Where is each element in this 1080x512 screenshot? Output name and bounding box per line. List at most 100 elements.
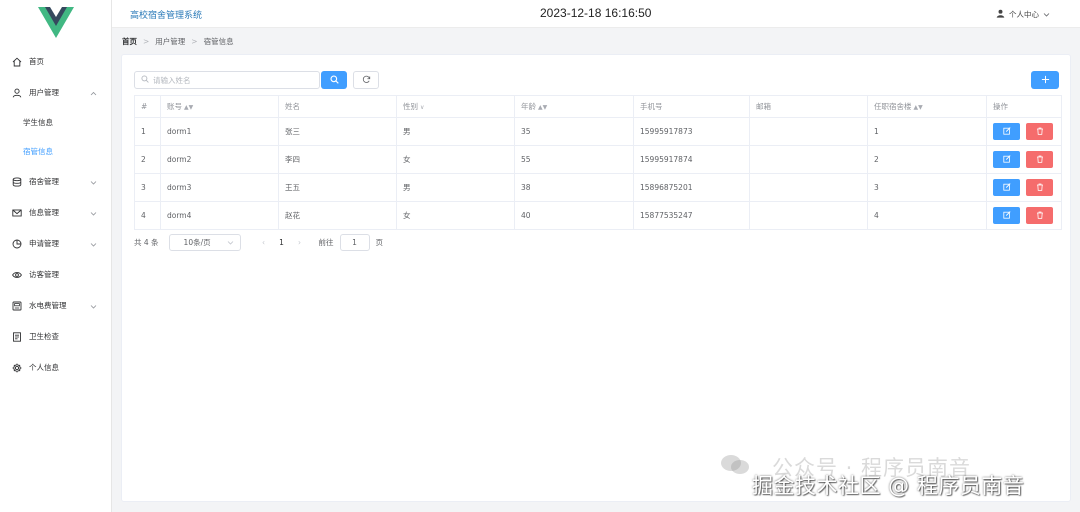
page-size-select[interactable]: 10条/页 (168, 233, 241, 251)
sidebar-item-label: 信息管理 (29, 208, 59, 217)
vue-logo[interactable] (0, 0, 111, 46)
cell-gender: 男 (396, 173, 515, 202)
cell-gender: 女 (396, 201, 515, 230)
page-size-value: 10条/页 (183, 237, 211, 247)
chevron-down-icon (90, 209, 97, 218)
delete-button[interactable] (1026, 123, 1053, 140)
cell-name: 李四 (278, 145, 397, 174)
cell-building: 3 (867, 173, 987, 202)
breadcrumb-home[interactable]: 首页 (122, 36, 137, 47)
cell-actions (986, 173, 1062, 202)
sort-icon[interactable]: ▲▼ (914, 104, 923, 111)
app-title: 高校宿舍管理系统 (130, 11, 203, 21)
user-center-dropdown[interactable]: 个人中心 (996, 9, 1050, 20)
plus-icon (1041, 74, 1050, 87)
cell-gender: 女 (396, 145, 515, 174)
content-card: # 账号▲▼ 姓名 性别∨ 年龄▲▼ 手机号 邮箱 任职宿舍楼▲▼ 操作 1 d… (121, 54, 1071, 502)
search-button[interactable] (321, 71, 347, 89)
column-header-actions: 操作 (986, 95, 1062, 118)
cell-index: 4 (134, 201, 161, 230)
delete-button[interactable] (1026, 179, 1053, 196)
sidebar-item-visitor-management[interactable]: 访客管理 (0, 259, 111, 290)
add-button[interactable] (1031, 71, 1059, 89)
column-header-phone: 手机号 (633, 95, 750, 118)
cell-phone: 15995917874 (633, 145, 750, 174)
cell-account: dorm3 (160, 173, 279, 202)
sidebar-item-info-management[interactable]: 信息管理 (0, 197, 111, 228)
cell-gender: 男 (396, 117, 515, 146)
column-header-account[interactable]: 账号 ▲▼ (160, 95, 279, 118)
cell-name: 赵花 (278, 201, 397, 230)
cell-email (749, 145, 868, 174)
chevron-up-icon (90, 89, 97, 98)
column-header-label: 手机号 (640, 102, 663, 111)
reset-button[interactable] (353, 71, 379, 89)
sidebar-item-label: 申请管理 (29, 239, 59, 248)
cell-name: 王五 (278, 173, 397, 202)
delete-button[interactable] (1026, 207, 1053, 224)
sidebar-item-home[interactable]: 首页 (0, 46, 111, 77)
column-header-label: 账号 (167, 102, 182, 111)
edit-button[interactable] (993, 151, 1020, 168)
search-box (134, 71, 320, 89)
sidebar-item-personal-info[interactable]: 个人信息 (0, 352, 111, 383)
chevron-down-icon (90, 178, 97, 187)
sidebar-item-label: 访客管理 (29, 270, 59, 279)
sort-icon[interactable]: ▲▼ (184, 104, 193, 111)
next-page-icon[interactable]: › (291, 238, 309, 247)
sidebar-item-user-management[interactable]: 用户管理 (0, 77, 111, 108)
delete-button[interactable] (1026, 151, 1053, 168)
table-header-row: # 账号 ▲▼ 姓名 性别 ∨ 年龄 ▲▼ 手机号 邮箱 任职宿舍楼 ▲▼ 操作 (134, 95, 1062, 118)
sidebar-item-label: 个人信息 (29, 363, 59, 372)
user-center-label: 个人中心 (1009, 10, 1039, 19)
pagination: 共 4 条 10条/页 ‹ 1 › 前往 页 (134, 233, 383, 251)
filter-chevron-icon[interactable]: ∨ (420, 104, 424, 111)
cell-actions (986, 201, 1062, 230)
sidebar-subitem-dorm-managers[interactable]: 宿管信息 (0, 137, 111, 166)
cell-age: 38 (514, 173, 634, 202)
column-header-building[interactable]: 任职宿舍楼 ▲▼ (867, 95, 987, 118)
column-header-label: 姓名 (285, 102, 300, 111)
edit-button[interactable] (993, 179, 1020, 196)
sort-icon[interactable]: ▲▼ (538, 104, 547, 111)
current-datetime: 2023-12-18 16:16:50 (540, 6, 652, 20)
cell-age: 40 (514, 201, 634, 230)
column-header-label: 邮箱 (756, 102, 771, 111)
cell-actions (986, 117, 1062, 146)
cell-age: 55 (514, 145, 634, 174)
chevron-down-icon (90, 302, 97, 311)
goto-label: 前往 (318, 237, 334, 247)
edit-button[interactable] (993, 207, 1020, 224)
user-icon (12, 88, 22, 98)
edit-button[interactable] (993, 123, 1020, 140)
sidebar-item-utility-fees[interactable]: 水电费管理 (0, 290, 111, 321)
wechat-icon (720, 454, 750, 481)
chevron-down-icon (90, 240, 97, 249)
sidebar-subitem-students[interactable]: 学生信息 (0, 108, 111, 137)
mail-icon (12, 208, 22, 218)
search-input[interactable] (153, 75, 313, 85)
trash-icon (1036, 211, 1044, 221)
page-number[interactable]: 1 (273, 238, 291, 247)
edit-icon (1002, 154, 1011, 165)
breadcrumb-current: 宿管信息 (203, 37, 234, 46)
cell-building: 1 (867, 117, 987, 146)
page-suffix-label: 页 (375, 237, 384, 247)
refresh-icon (362, 75, 371, 86)
cell-index: 1 (134, 117, 161, 146)
chevron-down-icon (227, 238, 234, 247)
document-icon (12, 331, 22, 342)
table-row: 3 dorm3 王五 男 38 15896875201 3 (134, 173, 1062, 202)
column-header-label: 性别 (403, 102, 418, 111)
sidebar-item-application-management[interactable]: 申请管理 (0, 228, 111, 259)
column-header-gender[interactable]: 性别 ∨ (396, 95, 515, 118)
prev-page-icon[interactable]: ‹ (255, 238, 273, 247)
sidebar-item-dorm-management[interactable]: 宿舍管理 (0, 166, 111, 197)
sidebar-item-hygiene-check[interactable]: 卫生检查 (0, 321, 111, 352)
column-header-name: 姓名 (278, 95, 397, 118)
edit-icon (1002, 126, 1011, 137)
meter-icon (12, 301, 22, 311)
page-jumper-input[interactable] (339, 233, 370, 251)
cell-index: 3 (134, 173, 161, 202)
column-header-age[interactable]: 年龄 ▲▼ (514, 95, 634, 118)
